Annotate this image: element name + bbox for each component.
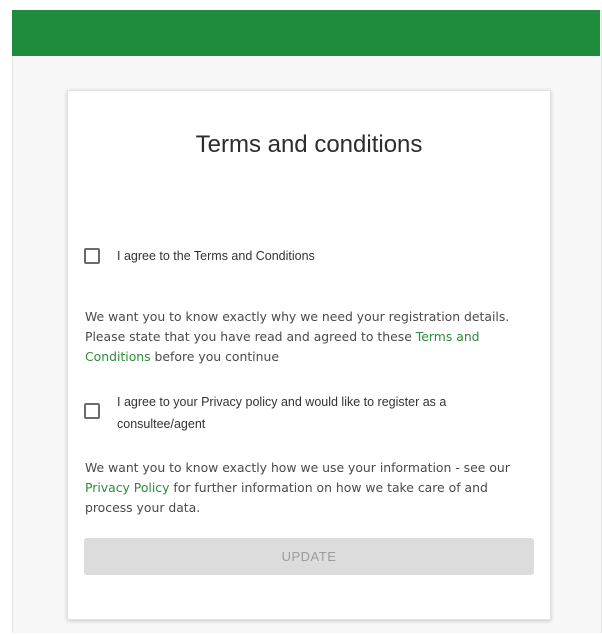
terms-info-text: We want you to know exactly why we need … (85, 307, 537, 367)
terms-checkbox-label[interactable]: I agree to the Terms and Conditions (117, 245, 315, 267)
terms-checkbox[interactable] (84, 248, 100, 264)
header-bar (12, 10, 600, 56)
privacy-agree-row: I agree to your Privacy policy and would… (84, 395, 517, 435)
terms-info-after: before you continue (154, 349, 279, 364)
privacy-checkbox-label[interactable]: I agree to your Privacy policy and would… (117, 391, 517, 435)
privacy-policy-link[interactable]: Privacy Policy (85, 480, 169, 495)
terms-card: Terms and conditions I agree to the Term… (67, 90, 551, 620)
privacy-info-before: We want you to know exactly how we use y… (85, 460, 510, 475)
page-title: Terms and conditions (195, 131, 423, 158)
privacy-checkbox[interactable] (84, 403, 100, 419)
terms-agree-row: I agree to the Terms and Conditions (84, 248, 315, 267)
privacy-info-text: We want you to know exactly how we use y… (85, 458, 537, 518)
update-button[interactable]: UPDATE (84, 538, 534, 575)
